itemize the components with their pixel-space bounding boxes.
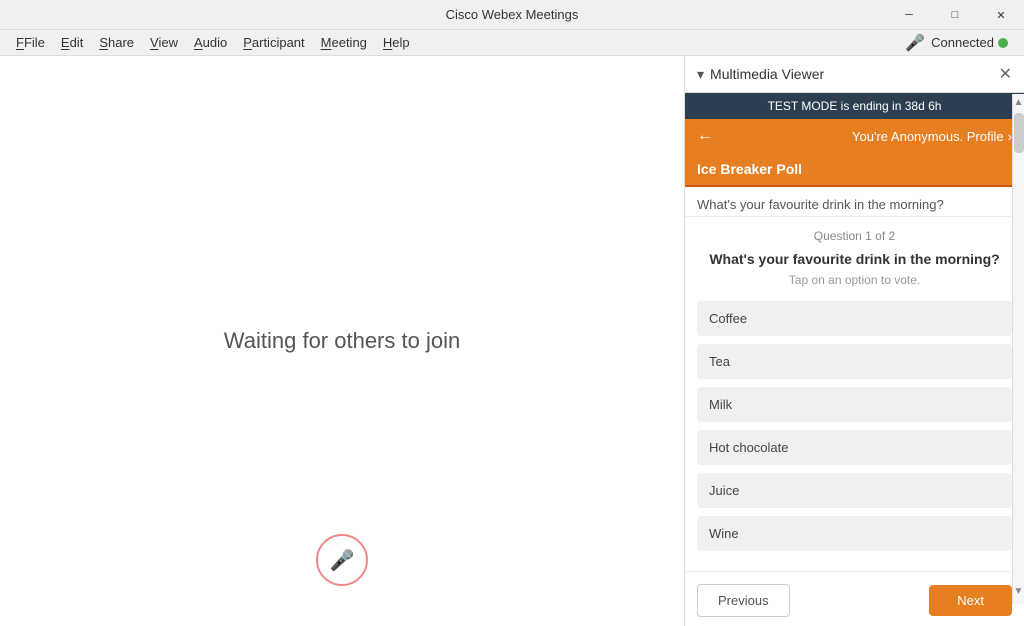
menu-audio[interactable]: Audio: [186, 33, 235, 52]
panel-title-text: Multimedia Viewer: [710, 66, 824, 82]
scroll-down-arrow[interactable]: ▼: [1013, 583, 1024, 600]
menu-edit[interactable]: Edit: [53, 33, 91, 52]
test-mode-banner: TEST MODE is ending in 38d 6h: [685, 93, 1024, 119]
question-indicator: Question 1 of 2: [697, 229, 1012, 243]
restore-button[interactable]: □: [932, 0, 978, 30]
connected-status: Connected: [931, 35, 1008, 50]
poll-option-wine[interactable]: Wine: [697, 516, 1012, 551]
poll-title-text: Ice Breaker Poll: [697, 161, 802, 177]
panel-title-area: ▾ Multimedia Viewer: [697, 66, 824, 83]
poll-subtitle: What's your favourite drink in the morni…: [685, 187, 1024, 217]
mic-mute-button[interactable]: 🎤: [316, 534, 368, 586]
window-controls: ─ □ ✕: [886, 0, 1024, 30]
menu-file[interactable]: FFileFile: [8, 33, 53, 52]
poll-container: TEST MODE is ending in 38d 6h ← You're A…: [685, 93, 1024, 626]
tap-instruction: Tap on an option to vote.: [697, 273, 1012, 287]
scroll-up-arrow[interactable]: ▲: [1013, 94, 1024, 111]
menu-help[interactable]: Help: [375, 33, 418, 52]
mic-slash-icon: 🎤: [330, 548, 355, 573]
poll-option-hot-chocolate[interactable]: Hot chocolate: [697, 430, 1012, 465]
poll-option-coffee[interactable]: Coffee: [697, 301, 1012, 336]
collapse-icon: ▾: [697, 66, 704, 83]
minimize-button[interactable]: ─: [886, 0, 932, 30]
profile-bar: ← You're Anonymous. Profile ›: [685, 119, 1024, 153]
menu-bar: FFileFile Edit Share View Audio Particip…: [0, 30, 1024, 56]
test-mode-text: TEST MODE is ending in 38d 6h: [768, 99, 942, 113]
left-panel: Waiting for others to join 🎤: [0, 56, 684, 626]
profile-link[interactable]: You're Anonymous. Profile ›: [852, 129, 1012, 144]
poll-subtitle-text: What's your favourite drink in the morni…: [697, 197, 944, 212]
back-arrow-icon[interactable]: ←: [697, 127, 713, 145]
previous-button[interactable]: Previous: [697, 584, 790, 617]
menu-view[interactable]: View: [142, 33, 186, 52]
poll-option-milk[interactable]: Milk: [697, 387, 1012, 422]
question-text: What's your favourite drink in the morni…: [697, 251, 1012, 267]
multimedia-viewer-panel: ▾ Multimedia Viewer ✕ TEST MODE is endin…: [684, 56, 1024, 626]
main-layout: Waiting for others to join 🎤 ▾ Multimedi…: [0, 56, 1024, 626]
scroll-thumb[interactable]: [1014, 113, 1024, 153]
poll-body: Question 1 of 2 What's your favourite dr…: [685, 217, 1024, 571]
panel-close-button[interactable]: ✕: [999, 64, 1012, 84]
poll-option-juice[interactable]: Juice: [697, 473, 1012, 508]
scroll-bar: ▲ ▼: [1012, 94, 1024, 604]
menu-participant[interactable]: Participant: [235, 33, 312, 52]
mic-icon: 🎤: [905, 33, 925, 53]
next-button[interactable]: Next: [929, 585, 1012, 616]
poll-actions: Previous Next: [685, 571, 1024, 626]
status-area: 🎤 Connected: [905, 33, 1008, 53]
connected-label: Connected: [931, 35, 994, 50]
app-title: Cisco Webex Meetings: [446, 7, 579, 22]
title-bar: Cisco Webex Meetings ─ □ ✕: [0, 0, 1024, 30]
menu-share[interactable]: Share: [91, 33, 142, 52]
close-button[interactable]: ✕: [978, 0, 1024, 30]
menu-meeting[interactable]: Meeting: [313, 33, 375, 52]
poll-option-tea[interactable]: Tea: [697, 344, 1012, 379]
poll-title-bar: Ice Breaker Poll: [685, 153, 1024, 187]
profile-text: You're Anonymous. Profile: [852, 129, 1004, 144]
waiting-text: Waiting for others to join: [224, 328, 460, 354]
panel-header: ▾ Multimedia Viewer ✕: [685, 56, 1024, 93]
connected-dot: [998, 38, 1008, 48]
